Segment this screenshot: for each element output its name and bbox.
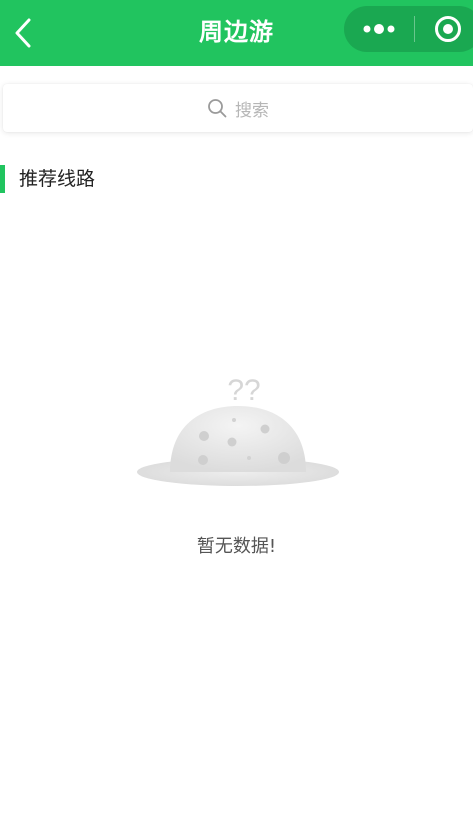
close-button[interactable] [415,6,473,52]
nav-header: 周边游 [0,0,473,66]
search-icon [208,99,227,118]
empty-message: 暂无数据! [196,536,277,557]
more-button[interactable] [344,6,414,52]
search-bar[interactable]: 搜索 [3,84,473,132]
more-dots-icon [363,24,395,34]
target-close-icon [435,16,461,42]
page: 周边游 搜索 推荐线路 ?? 暂无数据! [0,0,473,839]
question-marks: ?? [227,374,260,407]
section-accent-bar [0,165,5,193]
search-placeholder: 搜索 [235,100,269,121]
section-title: 推荐线路 [19,168,96,190]
mini-program-capsule [344,6,473,52]
empty-planet-icon: ?? [137,374,339,486]
